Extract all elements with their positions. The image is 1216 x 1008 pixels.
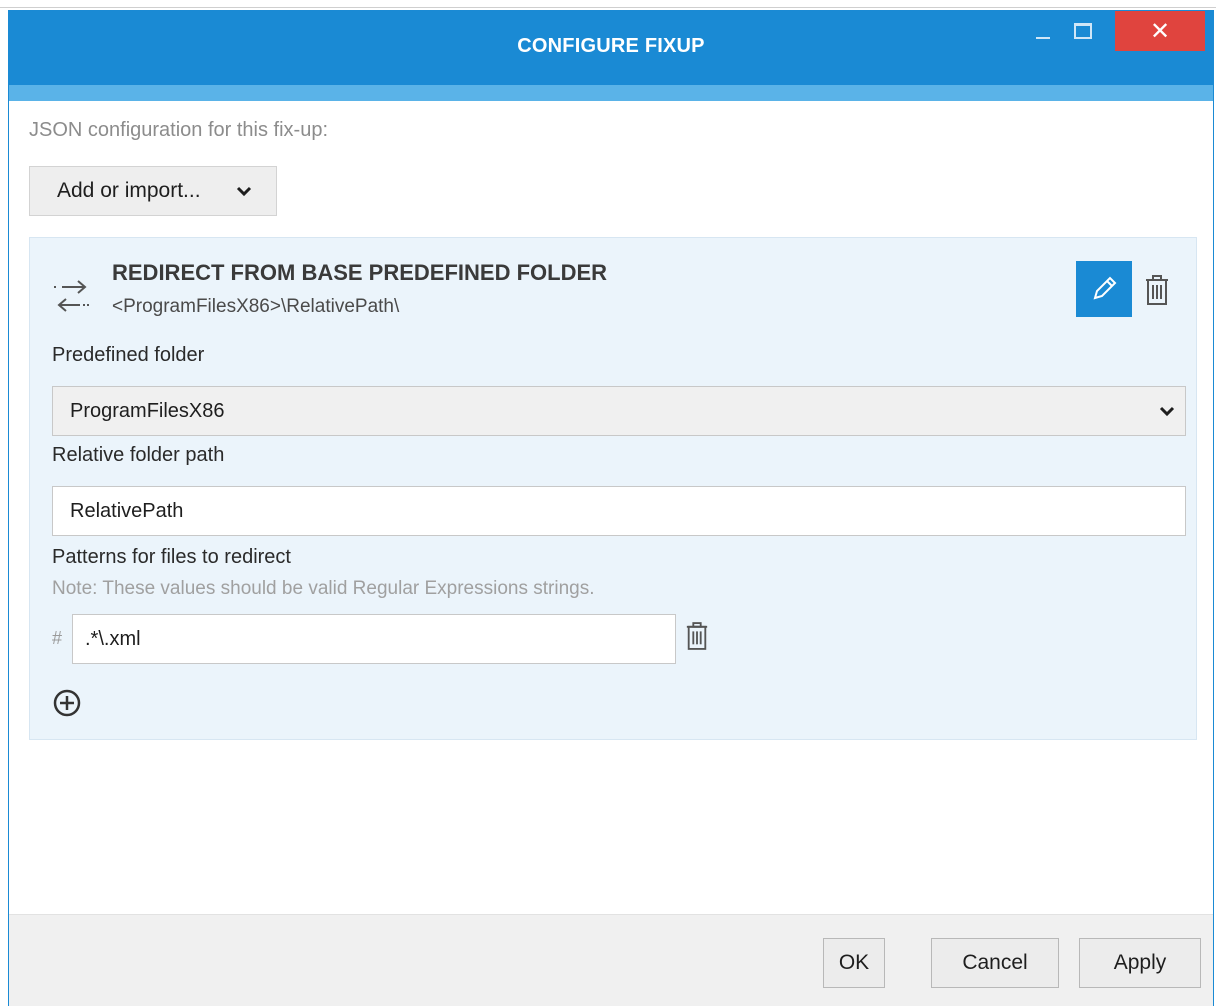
pattern-input[interactable]: .*\.xml [72,614,676,664]
pattern-value: .*\.xml [85,627,141,650]
close-button[interactable]: ✕ [1115,11,1205,51]
config-label: JSON configuration for this fix-up: [29,119,329,141]
relative-folder-path-label: Relative folder path [52,444,225,466]
maximize-icon [1074,23,1092,39]
fixup-title: REDIRECT FROM BASE PREDEFINED FOLDER [112,260,608,285]
close-icon: ✕ [1149,17,1171,45]
delete-pattern-button[interactable] [682,618,712,654]
fixup-card: REDIRECT FROM BASE PREDEFINED FOLDER <Pr… [29,237,1197,740]
dialog-footer: OK Cancel Apply [9,914,1213,1006]
relative-folder-path-input[interactable]: RelativePath [52,486,1186,536]
predefined-folder-label: Predefined folder [52,344,205,366]
title-accent-bar [9,85,1213,101]
apply-button[interactable]: Apply [1079,938,1201,988]
top-border [0,0,1216,8]
chevron-down-icon [1159,406,1175,417]
delete-fixup-button[interactable] [1140,270,1174,310]
add-or-import-dropdown[interactable]: Add or import... [29,166,277,216]
chevron-down-icon [236,186,252,197]
cancel-button[interactable]: Cancel [931,938,1059,988]
minimize-button[interactable] [1023,11,1063,51]
add-or-import-label: Add or import... [57,179,201,202]
pattern-hash: # [52,628,63,648]
configure-fixup-window: CONFIGURE FIXUP ✕ JSON configuration for… [8,10,1214,1006]
pencil-icon [1093,276,1117,300]
patterns-label: Patterns for files to redirect [52,546,291,568]
plus-circle-icon[interactable] [52,688,82,718]
trash-icon [1146,275,1168,305]
redirect-arrows-icon [54,280,89,312]
fixup-subtitle: <ProgramFilesX86>\RelativePath\ [112,296,400,317]
predefined-folder-value: ProgramFilesX86 [70,399,225,422]
patterns-note: Note: These values should be valid Regul… [52,578,595,599]
trash-icon [686,622,708,650]
relative-folder-path-value: RelativePath [70,499,184,522]
minimize-icon [1036,37,1050,39]
title-bar: CONFIGURE FIXUP ✕ [9,11,1213,85]
predefined-folder-select[interactable]: ProgramFilesX86 [52,386,1186,436]
edit-button[interactable] [1076,261,1132,317]
ok-button[interactable]: OK [823,938,885,988]
maximize-button[interactable] [1063,11,1103,51]
